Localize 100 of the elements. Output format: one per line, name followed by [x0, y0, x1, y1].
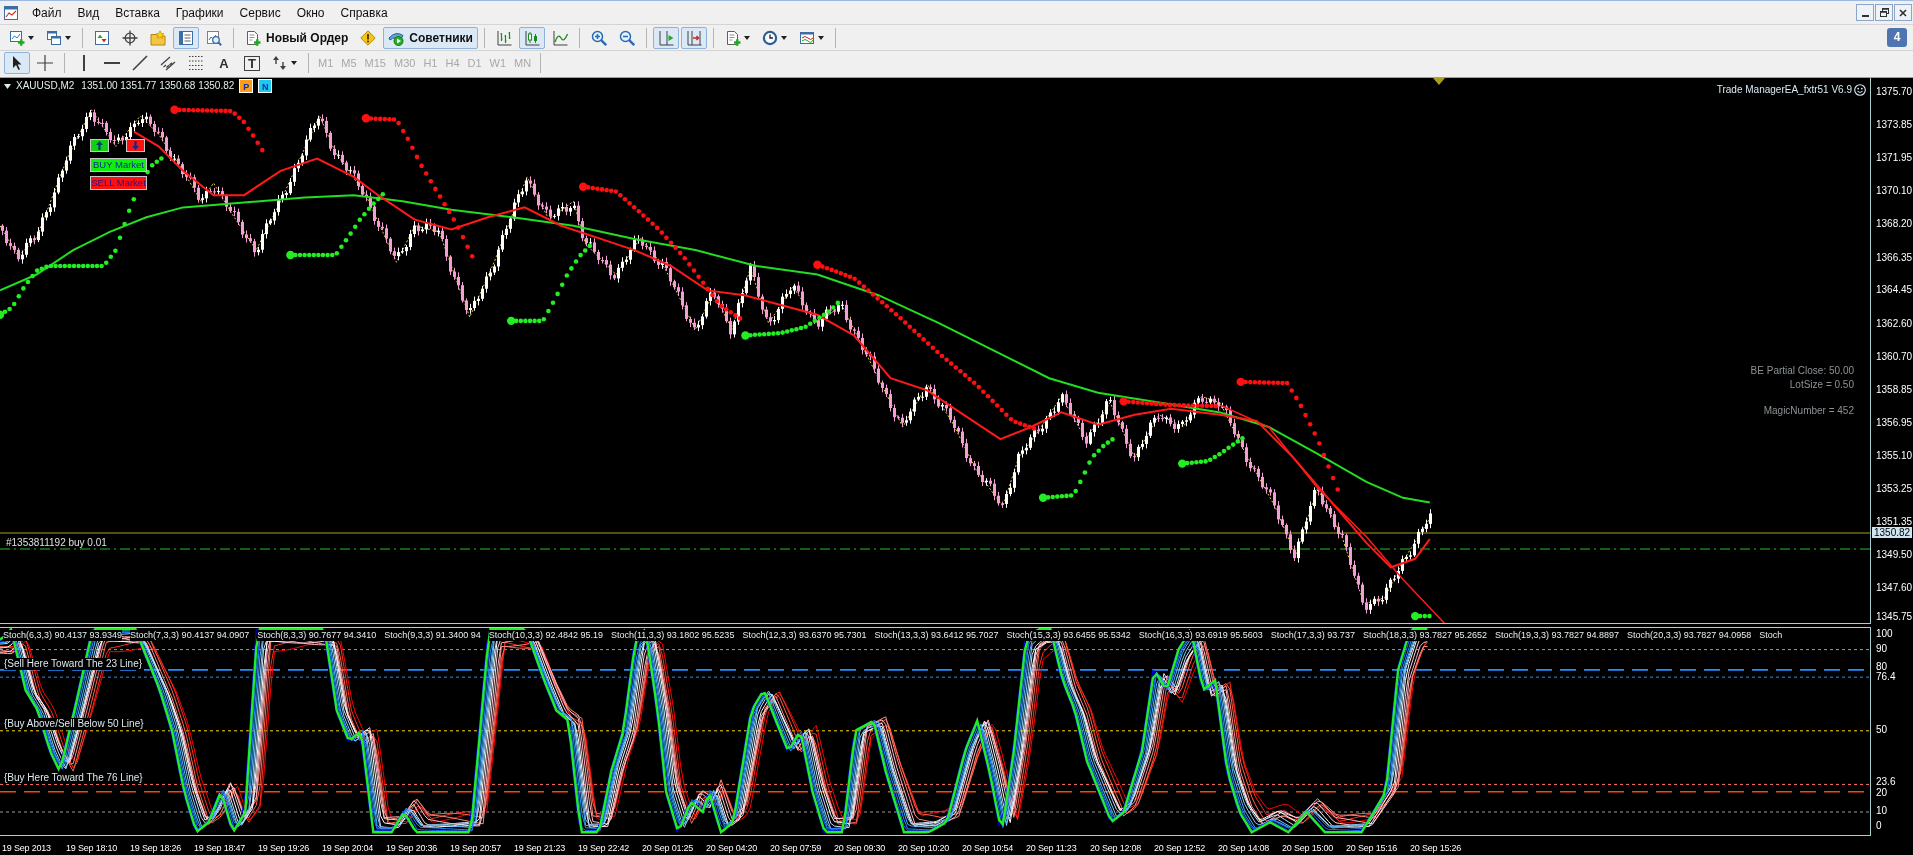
toggle-button[interactable]: N: [258, 79, 273, 93]
caret-icon: [28, 35, 34, 40]
price-label: 1371.95: [1876, 153, 1913, 163]
price-label: 1362.60: [1876, 319, 1913, 329]
crosshair-icon: [122, 29, 138, 46]
menu-item[interactable]: Окно: [288, 3, 333, 22]
price-label: 1356.95: [1876, 418, 1913, 428]
experts-button[interactable]: Советники: [383, 26, 478, 49]
dotted-lines-icon: [188, 55, 204, 71]
stochastic-legend: Stoch(19,3,3) 93.7827 94.8897: [1495, 630, 1620, 641]
time-label: 19 Sep 20:04: [322, 842, 374, 853]
current-price-label: 1350.82: [1872, 527, 1913, 538]
stochastic-legend: Stoch(13,3,3) 93.6412 95.7027: [874, 630, 999, 641]
price-label: 1370.10: [1876, 186, 1913, 196]
document-plus-icon: [245, 29, 261, 46]
messages-badge[interactable]: 4: [1887, 28, 1907, 47]
price-label: 1358.85: [1876, 385, 1913, 395]
chart-window-icon: [3, 4, 19, 21]
menu-item[interactable]: Сервис: [231, 3, 289, 22]
level-label: 90: [1876, 643, 1888, 654]
price-label: 1368.20: [1876, 219, 1913, 229]
template-window-icon: [798, 29, 815, 46]
document-plus-icon: [724, 29, 741, 46]
market-order-button[interactable]: SELL Market: [90, 176, 147, 190]
autoscroll-icon: [657, 29, 674, 46]
time-label: 20 Sep 09:30: [834, 842, 886, 853]
close-button[interactable]: [1894, 4, 1912, 21]
smiley-icon: [1854, 84, 1866, 96]
menu-item[interactable]: Вид: [69, 3, 108, 22]
time-label: 20 Sep 12:52: [1154, 842, 1206, 853]
stochastic-legend: Stoch(18,3,3) 93.7827 95.2652: [1362, 630, 1487, 641]
level-note: {Buy Above/Sell Below 50 Line}: [4, 718, 144, 730]
price-label: 1355.10: [1876, 451, 1913, 461]
windows-icon: [46, 29, 62, 46]
caret-icon: [780, 35, 787, 40]
time-label: 19 Sep 18:47: [194, 842, 246, 853]
restore-icon: [1879, 8, 1889, 17]
time-label: 19 Sep 2013: [2, 842, 51, 853]
text-label-button[interactable]: T: [239, 52, 265, 74]
stochastic-legend: Stoch(12,3,3) 93.6370 95.7301: [742, 630, 867, 641]
arrow-up-icon: [96, 141, 103, 150]
stochastic-legend: Stoch(16,3,3) 93.6919 95.5603: [1138, 630, 1263, 641]
caret-icon: [817, 35, 824, 40]
zoom-out-icon: [618, 29, 635, 46]
price-label: 1347.60: [1876, 583, 1913, 593]
new-order-button[interactable]: Новый Ордер: [240, 26, 354, 49]
price-label: 1375.70: [1876, 87, 1913, 97]
level-label: 80: [1876, 662, 1888, 672]
arrow-down-icon: [132, 141, 139, 150]
menu-item[interactable]: Файл: [24, 3, 70, 22]
bar-chart-icon: [495, 29, 512, 46]
level-label: 10: [1876, 806, 1888, 816]
stochastic-legend: Stoch(9,3,3) 91.3400 94: [384, 630, 481, 641]
sell-arrow-button[interactable]: [126, 139, 145, 152]
arrows-icon: [272, 55, 288, 71]
time-label: 19 Sep 22:42: [578, 842, 630, 853]
price-label: 1364.45: [1876, 285, 1913, 295]
minimize-button[interactable]: [1856, 4, 1874, 21]
parallel-lines-icon: [160, 55, 176, 71]
vertical-line-icon: [83, 55, 85, 71]
chart-shift-button[interactable]: [680, 26, 707, 49]
cursor-button[interactable]: [4, 52, 30, 74]
time-label: 20 Sep 04:20: [706, 842, 758, 853]
diagonal-line-icon: [132, 55, 148, 71]
autoscroll-button[interactable]: [652, 26, 679, 49]
menu-item[interactable]: Графики: [167, 3, 232, 22]
horizontal-line-icon: [104, 62, 120, 64]
time-label: 20 Sep 12:08: [1090, 842, 1142, 853]
menu-item[interactable]: Справка: [332, 3, 396, 22]
terminal-button[interactable]: [173, 26, 199, 49]
list-window-icon: [178, 29, 194, 46]
level-note: {Buy Here Toward The 76 Line}: [4, 772, 143, 784]
time-label: 20 Sep 14:08: [1218, 842, 1270, 853]
candlestick-button[interactable]: [518, 26, 545, 49]
restore-button[interactable]: [1875, 4, 1893, 21]
clock-icon: [761, 29, 778, 46]
time-label: 19 Sep 20:36: [386, 842, 438, 853]
buy-arrow-button[interactable]: [90, 139, 109, 152]
price-label: 1373.85: [1876, 120, 1913, 130]
time-label: 20 Sep 10:54: [962, 842, 1014, 853]
toggle-button[interactable]: P: [239, 79, 254, 93]
time-label: 19 Sep 18:10: [66, 842, 118, 853]
text-button[interactable]: A: [211, 52, 237, 74]
time-label: 19 Sep 20:57: [450, 842, 502, 853]
menu-item[interactable]: Вставка: [107, 3, 168, 22]
folder-star-icon: [150, 29, 166, 46]
close-icon: [1899, 8, 1907, 17]
shift-marker-icon[interactable]: [1433, 78, 1445, 85]
price-label: 1360.70: [1876, 352, 1913, 362]
info-text: MagicNumber = 452: [1763, 404, 1854, 418]
quote-values: 1351.00 1351.77 1350.68 1350.82: [81, 80, 235, 92]
minimize-icon: [1861, 15, 1869, 17]
stochastic-legend: Stoch(17,3,3) 93.737: [1270, 630, 1355, 641]
expert-title: Trade ManagerEA_fxtr51 V6.9: [1716, 84, 1852, 96]
stochastic-legend: Stoch(7,3,3) 90.4137 94.0907: [130, 630, 250, 641]
level-note: {Sell Here Toward The 23 Line}: [4, 658, 143, 670]
market-order-button[interactable]: BUY Market: [90, 158, 147, 172]
time-label: 20 Sep 11:23: [1026, 842, 1077, 853]
time-label: 20 Sep 07:59: [770, 842, 822, 853]
level-label: 50: [1876, 724, 1888, 735]
